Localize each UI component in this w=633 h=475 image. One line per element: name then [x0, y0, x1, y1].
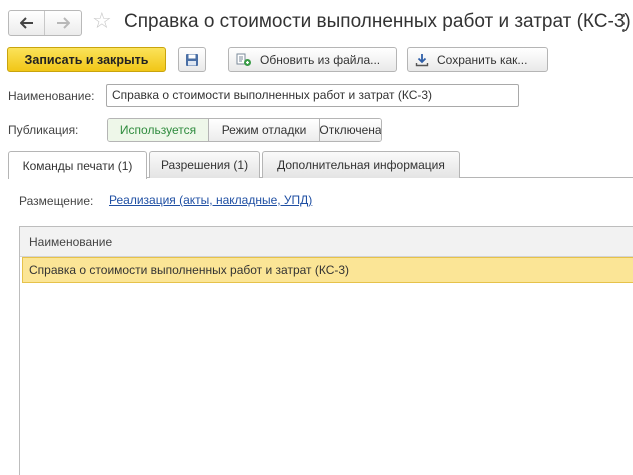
table-row[interactable]: Справка о стоимости выполненных работ и …	[22, 257, 633, 283]
window-title: Справка о стоимости выполненных работ и …	[124, 11, 631, 32]
forward-button[interactable]	[45, 11, 81, 35]
arrow-right-icon	[57, 17, 70, 29]
publication-selector: Используется Режим отладки Отключена	[107, 118, 382, 142]
star-icon[interactable]: ☆	[92, 8, 112, 34]
publication-option-used[interactable]: Используется	[108, 119, 209, 141]
print-commands-table: Наименование Справка о стоимости выполне…	[19, 226, 633, 475]
tab-print-commands[interactable]: Команды печати (1)	[8, 151, 147, 179]
arrow-left-icon	[19, 17, 33, 29]
navigation-group	[8, 10, 82, 36]
placement-link[interactable]: Реализация (акты, накладные, УПД)	[109, 193, 312, 207]
column-header-name[interactable]: Наименование	[20, 227, 633, 257]
publication-option-debug[interactable]: Режим отладки	[209, 119, 320, 141]
title-bar: ☆ Справка о стоимости выполненных работ …	[0, 0, 633, 40]
placement-label: Размещение:	[19, 194, 94, 208]
tab-permissions[interactable]: Разрешения (1)	[149, 151, 260, 178]
update-from-file-button[interactable]: Обновить из файла...	[228, 47, 397, 72]
update-from-file-icon	[236, 53, 252, 67]
save-as-button[interactable]: Сохранить как...	[407, 47, 548, 72]
save-as-label: Сохранить как...	[437, 52, 528, 67]
name-label: Наименование:	[8, 89, 95, 103]
update-from-file-label: Обновить из файла...	[260, 52, 381, 67]
download-icon	[415, 53, 429, 67]
name-input[interactable]: Справка о стоимости выполненных работ и …	[106, 84, 519, 107]
save-button[interactable]	[178, 47, 206, 72]
floppy-disk-icon	[186, 53, 198, 66]
publication-label: Публикация:	[8, 123, 79, 137]
publication-option-disabled[interactable]: Отключена	[319, 119, 381, 141]
save-and-close-button[interactable]: Записать и закрыть	[7, 47, 166, 72]
tab-additional-info[interactable]: Дополнительная информация	[262, 151, 460, 178]
vertical-dots-icon[interactable]	[622, 14, 626, 32]
back-button[interactable]	[9, 11, 46, 35]
